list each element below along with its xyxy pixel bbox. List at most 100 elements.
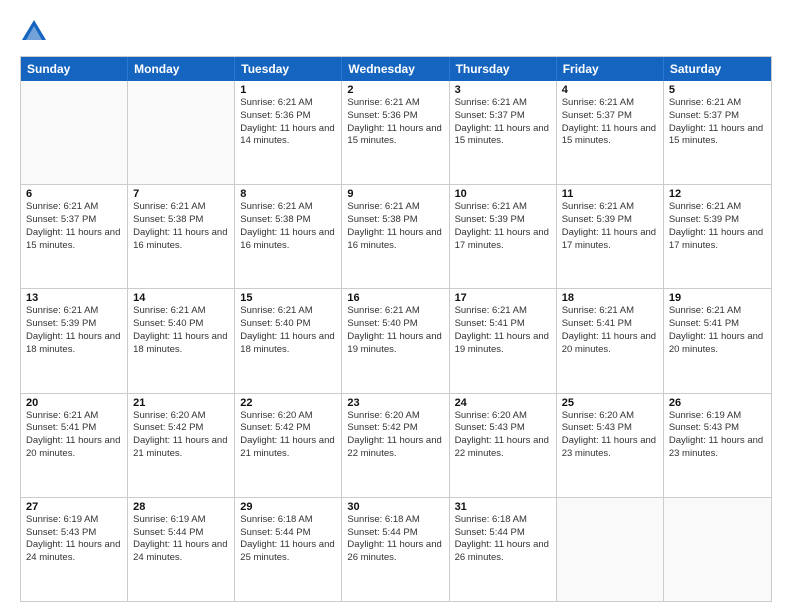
table-row: 15 Sunrise: 6:21 AM Sunset: 5:40 PM Dayl…	[235, 289, 342, 392]
day-number: 7	[133, 188, 229, 200]
daylight: Daylight: 11 hours and 25 minutes.	[240, 539, 336, 565]
day-number: 29	[240, 501, 336, 513]
table-row: 1 Sunrise: 6:21 AM Sunset: 5:36 PM Dayli…	[235, 81, 342, 184]
day-number: 10	[455, 188, 551, 200]
sunrise: Sunrise: 6:19 AM	[669, 410, 766, 423]
sunset: Sunset: 5:42 PM	[347, 422, 443, 435]
sunset: Sunset: 5:41 PM	[669, 318, 766, 331]
daylight: Daylight: 11 hours and 20 minutes.	[26, 435, 122, 461]
day-number: 30	[347, 501, 443, 513]
sunrise: Sunrise: 6:20 AM	[562, 410, 658, 423]
sunrise: Sunrise: 6:21 AM	[455, 305, 551, 318]
calendar-row: 13 Sunrise: 6:21 AM Sunset: 5:39 PM Dayl…	[21, 288, 771, 392]
table-row: 26 Sunrise: 6:19 AM Sunset: 5:43 PM Dayl…	[664, 394, 771, 497]
daylight: Daylight: 11 hours and 20 minutes.	[669, 331, 766, 357]
table-row: 31 Sunrise: 6:18 AM Sunset: 5:44 PM Dayl…	[450, 498, 557, 601]
sunrise: Sunrise: 6:21 AM	[133, 305, 229, 318]
calendar-row: 1 Sunrise: 6:21 AM Sunset: 5:36 PM Dayli…	[21, 81, 771, 184]
day-number: 28	[133, 501, 229, 513]
daylight: Daylight: 11 hours and 21 minutes.	[133, 435, 229, 461]
day-number: 23	[347, 397, 443, 409]
sunset: Sunset: 5:43 PM	[26, 527, 122, 540]
daylight: Daylight: 11 hours and 23 minutes.	[562, 435, 658, 461]
weekday-header: Monday	[128, 57, 235, 81]
table-row	[664, 498, 771, 601]
daylight: Daylight: 11 hours and 15 minutes.	[562, 123, 658, 149]
daylight: Daylight: 11 hours and 15 minutes.	[669, 123, 766, 149]
weekday-header: Sunday	[21, 57, 128, 81]
table-row: 12 Sunrise: 6:21 AM Sunset: 5:39 PM Dayl…	[664, 185, 771, 288]
day-number: 20	[26, 397, 122, 409]
table-row: 2 Sunrise: 6:21 AM Sunset: 5:36 PM Dayli…	[342, 81, 449, 184]
daylight: Daylight: 11 hours and 22 minutes.	[347, 435, 443, 461]
sunset: Sunset: 5:44 PM	[240, 527, 336, 540]
sunset: Sunset: 5:36 PM	[240, 110, 336, 123]
sunrise: Sunrise: 6:21 AM	[669, 305, 766, 318]
day-number: 11	[562, 188, 658, 200]
weekday-header: Saturday	[664, 57, 771, 81]
sunrise: Sunrise: 6:21 AM	[347, 97, 443, 110]
daylight: Daylight: 11 hours and 22 minutes.	[455, 435, 551, 461]
table-row: 24 Sunrise: 6:20 AM Sunset: 5:43 PM Dayl…	[450, 394, 557, 497]
day-number: 5	[669, 84, 766, 96]
table-row: 11 Sunrise: 6:21 AM Sunset: 5:39 PM Dayl…	[557, 185, 664, 288]
table-row: 16 Sunrise: 6:21 AM Sunset: 5:40 PM Dayl…	[342, 289, 449, 392]
daylight: Daylight: 11 hours and 18 minutes.	[240, 331, 336, 357]
daylight: Daylight: 11 hours and 17 minutes.	[455, 227, 551, 253]
daylight: Daylight: 11 hours and 26 minutes.	[455, 539, 551, 565]
sunset: Sunset: 5:39 PM	[669, 214, 766, 227]
table-row: 27 Sunrise: 6:19 AM Sunset: 5:43 PM Dayl…	[21, 498, 128, 601]
sunset: Sunset: 5:43 PM	[455, 422, 551, 435]
table-row: 14 Sunrise: 6:21 AM Sunset: 5:40 PM Dayl…	[128, 289, 235, 392]
sunrise: Sunrise: 6:21 AM	[669, 97, 766, 110]
sunrise: Sunrise: 6:21 AM	[240, 305, 336, 318]
daylight: Daylight: 11 hours and 19 minutes.	[347, 331, 443, 357]
sunrise: Sunrise: 6:21 AM	[347, 305, 443, 318]
weekday-header: Wednesday	[342, 57, 449, 81]
table-row: 28 Sunrise: 6:19 AM Sunset: 5:44 PM Dayl…	[128, 498, 235, 601]
daylight: Daylight: 11 hours and 23 minutes.	[669, 435, 766, 461]
day-number: 27	[26, 501, 122, 513]
daylight: Daylight: 11 hours and 16 minutes.	[240, 227, 336, 253]
daylight: Daylight: 11 hours and 21 minutes.	[240, 435, 336, 461]
calendar-body: 1 Sunrise: 6:21 AM Sunset: 5:36 PM Dayli…	[21, 81, 771, 601]
sunset: Sunset: 5:39 PM	[562, 214, 658, 227]
sunrise: Sunrise: 6:19 AM	[133, 514, 229, 527]
sunrise: Sunrise: 6:19 AM	[26, 514, 122, 527]
sunset: Sunset: 5:38 PM	[347, 214, 443, 227]
day-number: 16	[347, 292, 443, 304]
sunrise: Sunrise: 6:18 AM	[240, 514, 336, 527]
sunset: Sunset: 5:37 PM	[669, 110, 766, 123]
daylight: Daylight: 11 hours and 18 minutes.	[133, 331, 229, 357]
day-number: 17	[455, 292, 551, 304]
sunrise: Sunrise: 6:21 AM	[26, 201, 122, 214]
sunset: Sunset: 5:41 PM	[562, 318, 658, 331]
sunset: Sunset: 5:41 PM	[26, 422, 122, 435]
weekday-header: Thursday	[450, 57, 557, 81]
sunset: Sunset: 5:41 PM	[455, 318, 551, 331]
logo-icon	[20, 18, 48, 46]
table-row: 10 Sunrise: 6:21 AM Sunset: 5:39 PM Dayl…	[450, 185, 557, 288]
daylight: Daylight: 11 hours and 26 minutes.	[347, 539, 443, 565]
day-number: 14	[133, 292, 229, 304]
day-number: 4	[562, 84, 658, 96]
sunrise: Sunrise: 6:21 AM	[562, 201, 658, 214]
daylight: Daylight: 11 hours and 24 minutes.	[26, 539, 122, 565]
sunset: Sunset: 5:44 PM	[347, 527, 443, 540]
table-row: 13 Sunrise: 6:21 AM Sunset: 5:39 PM Dayl…	[21, 289, 128, 392]
table-row: 18 Sunrise: 6:21 AM Sunset: 5:41 PM Dayl…	[557, 289, 664, 392]
calendar-row: 27 Sunrise: 6:19 AM Sunset: 5:43 PM Dayl…	[21, 497, 771, 601]
sunset: Sunset: 5:38 PM	[133, 214, 229, 227]
table-row: 30 Sunrise: 6:18 AM Sunset: 5:44 PM Dayl…	[342, 498, 449, 601]
sunset: Sunset: 5:39 PM	[26, 318, 122, 331]
daylight: Daylight: 11 hours and 19 minutes.	[455, 331, 551, 357]
day-number: 13	[26, 292, 122, 304]
daylight: Daylight: 11 hours and 15 minutes.	[26, 227, 122, 253]
day-number: 8	[240, 188, 336, 200]
table-row: 21 Sunrise: 6:20 AM Sunset: 5:42 PM Dayl…	[128, 394, 235, 497]
day-number: 21	[133, 397, 229, 409]
weekday-header: Friday	[557, 57, 664, 81]
day-number: 1	[240, 84, 336, 96]
sunrise: Sunrise: 6:21 AM	[562, 97, 658, 110]
sunrise: Sunrise: 6:21 AM	[26, 305, 122, 318]
